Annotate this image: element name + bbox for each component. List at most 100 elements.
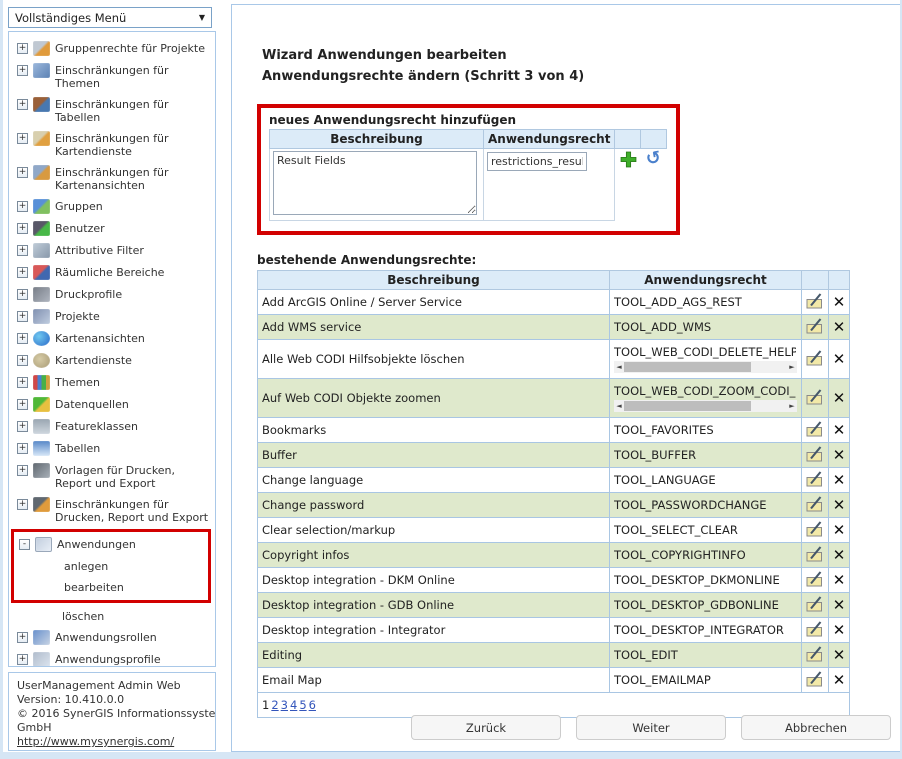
tree-item[interactable]: + Einschränkungen für Drucken, Report un… [15,493,212,527]
delete-icon[interactable]: ✕ [833,389,846,407]
scroll-right-icon[interactable]: ► [787,361,797,373]
page-link[interactable]: 3 [281,698,288,712]
edit-icon[interactable] [806,317,824,338]
delete-icon[interactable]: ✕ [833,496,846,514]
page-link[interactable]: 4 [290,698,297,712]
tree-item[interactable]: + Gruppenrechte für Projekte [15,37,212,59]
edit-icon[interactable] [806,470,824,491]
add-icon[interactable] [620,151,637,171]
expand-plus-icon[interactable]: + [17,65,28,76]
scrollbar-track[interactable] [624,362,787,372]
delete-icon[interactable]: ✕ [833,446,846,464]
edit-icon[interactable] [806,620,824,641]
tree-item[interactable]: + Anwendungsprofile [15,648,212,667]
edit-icon[interactable] [806,445,824,466]
delete-icon[interactable]: ✕ [833,571,846,589]
expand-plus-icon[interactable]: + [17,465,28,476]
scroll-right-icon[interactable]: ► [787,400,797,412]
scroll-left-icon[interactable]: ◄ [614,400,624,412]
tree-item[interactable]: + Tabellen [15,437,212,459]
tree-item[interactable]: + Kartenansichten [15,327,212,349]
tree-item[interactable]: + Räumliche Bereiche [15,261,212,283]
page-link[interactable]: 5 [299,698,306,712]
edit-icon[interactable] [806,420,824,441]
delete-icon[interactable]: ✕ [833,596,846,614]
expand-plus-icon[interactable]: + [17,223,28,234]
delete-icon[interactable]: ✕ [833,521,846,539]
tree-item[interactable]: + Gruppen [15,195,212,217]
expand-plus-icon[interactable]: + [17,311,28,322]
tree-item[interactable]: + Kartendienste [15,349,212,371]
delete-icon[interactable]: ✕ [833,293,846,311]
delete-icon[interactable]: ✕ [833,621,846,639]
expand-plus-icon[interactable]: + [17,421,28,432]
tree-item[interactable]: + Einschränkungen für Kartendienste [15,127,212,161]
tree-item[interactable]: + Vorlagen für Drucken, Report und Expor… [15,459,212,493]
edit-icon[interactable] [806,349,824,370]
expand-plus-icon[interactable]: + [17,399,28,410]
edit-icon[interactable] [806,495,824,516]
delete-icon[interactable]: ✕ [833,546,846,564]
scrollbar-track[interactable] [624,401,787,411]
delete-icon[interactable]: ✕ [833,471,846,489]
horizontal-scrollbar[interactable]: ◄ ► [614,400,797,412]
next-button[interactable]: Weiter [576,715,726,740]
scrollbar-thumb[interactable] [624,401,751,411]
menu-select[interactable]: Vollständiges Menü ▼ [8,7,212,28]
expand-plus-icon[interactable]: + [17,632,28,643]
expand-plus-icon[interactable]: + [17,377,28,388]
edit-icon[interactable] [806,595,824,616]
page-link[interactable]: 2 [271,698,278,712]
beschreibung-input[interactable]: Result Fields [273,151,477,215]
tree-item[interactable]: + Benutzer [15,217,212,239]
delete-icon[interactable]: ✕ [833,646,846,664]
expand-plus-icon[interactable]: + [17,333,28,344]
tree-item[interactable]: + Projekte [15,305,212,327]
undo-icon[interactable]: ↺ [645,150,663,168]
tree-item[interactable]: + Datenquellen [15,393,212,415]
edit-icon[interactable] [806,520,824,541]
expand-plus-icon[interactable]: + [17,43,28,54]
tree-subitem[interactable]: löschen [15,605,212,626]
tree-subitem[interactable]: bearbeiten [17,576,208,597]
scrollbar-thumb[interactable] [624,362,751,372]
delete-icon[interactable]: ✕ [833,421,846,439]
delete-icon[interactable]: ✕ [833,671,846,689]
expand-plus-icon[interactable]: + [17,99,28,110]
expand-plus-icon[interactable]: + [17,133,28,144]
expand-plus-icon[interactable]: + [17,267,28,278]
tree-item[interactable]: + Druckprofile [15,283,212,305]
tree-item[interactable]: + Themen [15,371,212,393]
edit-icon[interactable] [806,292,824,313]
cancel-button[interactable]: Abbrechen [741,715,891,740]
tree-item[interactable]: + Attributive Filter [15,239,212,261]
edit-icon[interactable] [806,388,824,409]
edit-icon[interactable] [806,570,824,591]
tree-item[interactable]: + Anwendungsrollen [15,626,212,648]
collapse-minus-icon[interactable]: - [19,539,30,550]
tree-item[interactable]: + Featureklassen [15,415,212,437]
expand-plus-icon[interactable]: + [17,201,28,212]
tree-item[interactable]: + Einschränkungen für Tabellen [15,93,212,127]
page-link[interactable]: 6 [309,698,316,712]
delete-icon[interactable]: ✕ [833,318,846,336]
expand-plus-icon[interactable]: + [17,289,28,300]
expand-plus-icon[interactable]: + [17,654,28,665]
tree-item-anwendungen[interactable]: - Anwendungen [17,533,208,555]
synergis-link[interactable]: http://www.mysynergis.com/ [17,735,174,748]
tree-item[interactable]: + Einschränkungen für Themen [15,59,212,93]
expand-plus-icon[interactable]: + [17,355,28,366]
edit-icon[interactable] [806,545,824,566]
tree-subitem[interactable]: anlegen [17,555,208,576]
expand-plus-icon[interactable]: + [17,499,28,510]
edit-icon[interactable] [806,670,824,691]
anwendungsrecht-input[interactable] [487,152,587,171]
back-button[interactable]: Zurück [411,715,561,740]
horizontal-scrollbar[interactable]: ◄ ► [614,361,797,373]
expand-plus-icon[interactable]: + [17,245,28,256]
expand-plus-icon[interactable]: + [17,443,28,454]
tree-item[interactable]: + Einschränkungen für Kartenansichten [15,161,212,195]
expand-plus-icon[interactable]: + [17,167,28,178]
edit-icon[interactable] [806,645,824,666]
scroll-left-icon[interactable]: ◄ [614,361,624,373]
